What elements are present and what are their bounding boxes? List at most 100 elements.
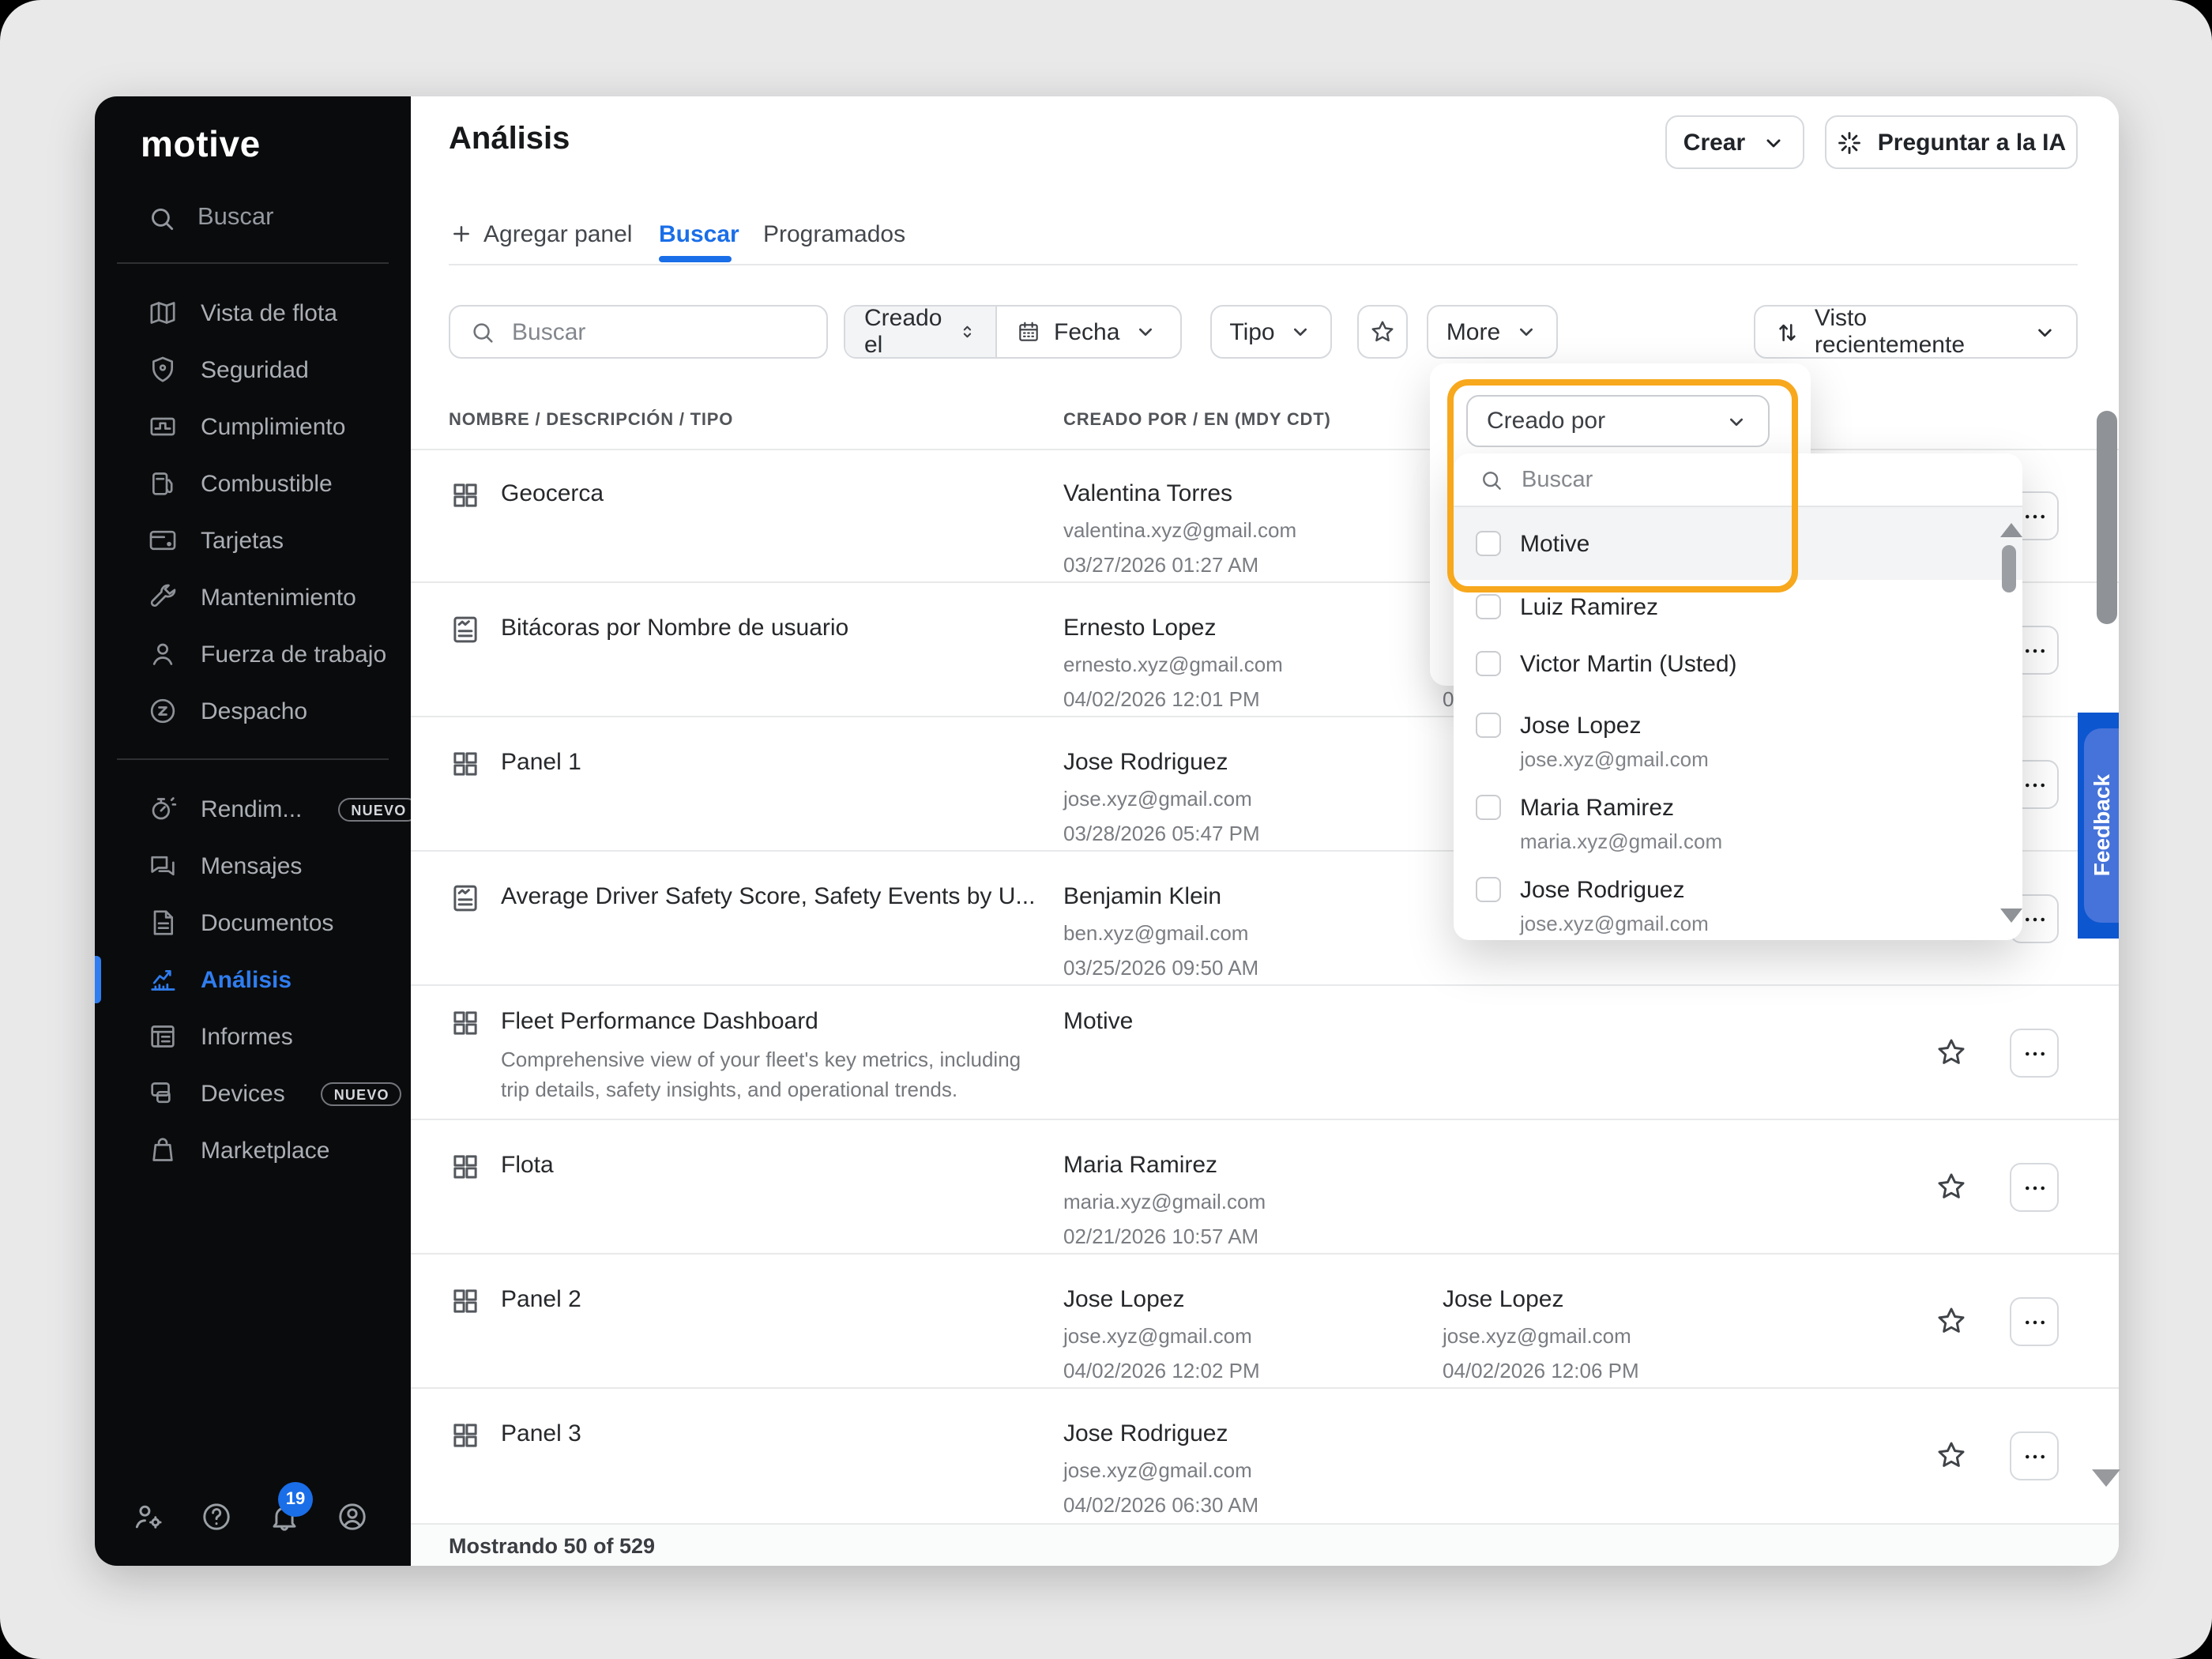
creado-por-select[interactable]: Creado por [1466,395,1770,447]
sidebar-nav-secondary: Rendim... NUEVO Mensajes Documentos Anál… [95,781,419,1179]
sidebar-item-documentos[interactable]: Documentos [95,894,411,951]
created-on-sort-button[interactable]: Creado el [845,305,997,359]
sidebar-item-informes[interactable]: Informes [95,1008,411,1065]
sidebar-item-mensajes[interactable]: Mensajes [95,837,411,894]
row-name: Geocerca [501,480,604,507]
sidebar-item-rendimiento[interactable]: Rendim... NUEVO [95,781,419,837]
ellipsis-icon [2020,905,2048,933]
dashboard-type-icon [449,1006,482,1040]
sidebar-item-label: Tarjetas [201,527,284,554]
dashboard-type-icon [449,1150,482,1183]
sidebar-item-mantenimiento[interactable]: Mantenimiento [95,569,411,626]
options-search-input[interactable]: Buscar [1454,453,2022,507]
row-menu-button[interactable] [2010,1029,2059,1078]
sidebar-item-vista-de-flota[interactable]: Vista de flota [95,284,411,341]
help-icon[interactable] [199,1499,234,1534]
modifier-email: jose.xyz@gmail.com [1443,1324,1631,1348]
table-row-panel-3[interactable]: Panel 3 Jose Rodriguez jose.xyz@gmail.co… [411,1389,2119,1523]
sidebar-item-label: Combustible [201,470,333,497]
sidebar-item-analisis[interactable]: Análisis [95,951,411,1008]
sidebar-item-cumplimiento[interactable]: Cumplimiento [95,398,411,455]
admin-user-gear-icon[interactable] [131,1499,166,1534]
checkbox[interactable] [1476,795,1501,820]
tab-agregar-panel[interactable]: Agregar panel [449,210,632,258]
row-menu-button[interactable] [2010,1163,2059,1212]
dashboard-type-icon [449,479,482,512]
type-filter-button[interactable]: Tipo [1210,305,1332,359]
creator-email: jose.xyz@gmail.com [1063,787,1252,811]
sidebar-item-despacho[interactable]: Despacho [95,683,411,739]
favorite-star-icon[interactable] [1934,1169,1969,1204]
sidebar-item-seguridad[interactable]: Seguridad [95,341,411,398]
option-label: Jose Lopez [1520,713,1642,739]
sidebar-nav-primary: Vista de flota Seguridad Cumplimiento Co… [95,284,411,739]
tab-programados[interactable]: Programados [763,210,905,258]
search-input[interactable]: Buscar [449,305,828,359]
checkbox[interactable] [1476,531,1501,556]
document-icon [147,907,179,939]
option-jose-rodriguez[interactable]: Jose Rodriguez jose.xyz@gmail.com [1454,858,2022,940]
create-button[interactable]: Crear [1665,115,1804,169]
row-description: Comprehensive view of your fleet's key m… [501,1048,1021,1101]
option-motive[interactable]: Motive [1454,507,2022,580]
sidebar-item-tarjetas[interactable]: Tarjetas [95,512,411,569]
messages-icon [147,850,179,882]
feedback-tab[interactable]: Feedback [2078,713,2119,939]
checkbox[interactable] [1476,877,1501,902]
creator-name: Jose Rodriguez [1063,749,1228,776]
created-date: 03/28/2026 05:47 PM [1063,822,1260,845]
table-row-panel-2[interactable]: Panel 2 Jose Lopez jose.xyz@gmail.com 04… [411,1255,2119,1389]
checkbox[interactable] [1476,713,1501,738]
creator-name: Jose Rodriguez [1063,1420,1228,1447]
profile-avatar-icon[interactable] [335,1499,370,1534]
favorite-star-icon[interactable] [1934,1438,1969,1473]
sidebar-item-marketplace[interactable]: Marketplace [95,1122,411,1179]
sidebar-item-label: Mantenimiento [201,584,356,611]
devices-icon [147,1078,179,1109]
option-victor-martin[interactable]: Victor Martin (Usted) [1454,637,2022,694]
option-label: Maria Ramirez [1520,795,1675,822]
list-scrollbar-thumb[interactable] [2002,545,2016,592]
sort-order-label: Visto recientemente [1814,305,1966,359]
sidebar-item-combustible[interactable]: Combustible [95,455,411,512]
sidebar-item-fuerza-de-trabajo[interactable]: Fuerza de trabajo [95,626,411,683]
tab-buscar[interactable]: Buscar [659,210,739,258]
search-icon [147,203,177,233]
nuevo-badge: NUEVO [321,1082,402,1105]
page-scrollbar-thumb[interactable] [2097,411,2117,624]
sort-order-select[interactable]: Visto recientemente [1754,305,2078,359]
table-row-fleet-performance[interactable]: Fleet Performance Dashboard Comprehensiv… [411,986,2119,1120]
favorite-star-icon[interactable] [1934,1304,1969,1338]
map-icon [147,297,179,329]
dispatch-icon [147,695,179,727]
sidebar: motive Buscar Vista de flota Seguridad C… [95,96,419,1566]
favorite-star-icon[interactable] [1934,1035,1969,1070]
shopping-bag-icon [147,1134,179,1166]
scroll-down-arrow[interactable] [2092,1469,2120,1487]
row-menu-button[interactable] [2010,1431,2059,1480]
favorites-filter-button[interactable] [1357,305,1408,359]
ellipsis-icon [2020,770,2048,799]
tab-label: Buscar [659,220,739,247]
option-luiz-ramirez[interactable]: Luiz Ramirez [1454,580,2022,637]
create-button-label: Crear [1683,129,1746,156]
table-row-flota[interactable]: Flota Maria Ramirez maria.xyz@gmail.com … [411,1120,2119,1255]
list-scroll-up-arrow[interactable] [2000,523,2022,537]
sidebar-item-label: Documentos [201,909,334,936]
date-filter-button[interactable]: Fecha [997,307,1176,357]
sidebar-item-label: Fuerza de trabajo [201,641,387,668]
more-filters-button[interactable]: More [1427,305,1558,359]
checkbox[interactable] [1476,651,1501,676]
creator-name: Motive [1063,1008,1134,1035]
sidebar-search[interactable]: Buscar [95,194,463,242]
option-jose-lopez[interactable]: Jose Lopez jose.xyz@gmail.com [1454,694,2022,776]
sidebar-item-devices[interactable]: Devices NUEVO [95,1065,411,1122]
list-scroll-down-arrow[interactable] [2000,908,2022,923]
checkbox[interactable] [1476,594,1501,619]
option-maria-ramirez[interactable]: Maria Ramirez maria.xyz@gmail.com [1454,776,2022,858]
dashboard-type-icon [449,1285,482,1318]
row-menu-button[interactable] [2010,1297,2059,1346]
ask-ai-button[interactable]: Preguntar a la IA [1825,115,2078,169]
row-name: Panel 2 [501,1286,581,1313]
column-header-created: CREADO POR / EN (MDY CDT) [1063,411,1331,430]
